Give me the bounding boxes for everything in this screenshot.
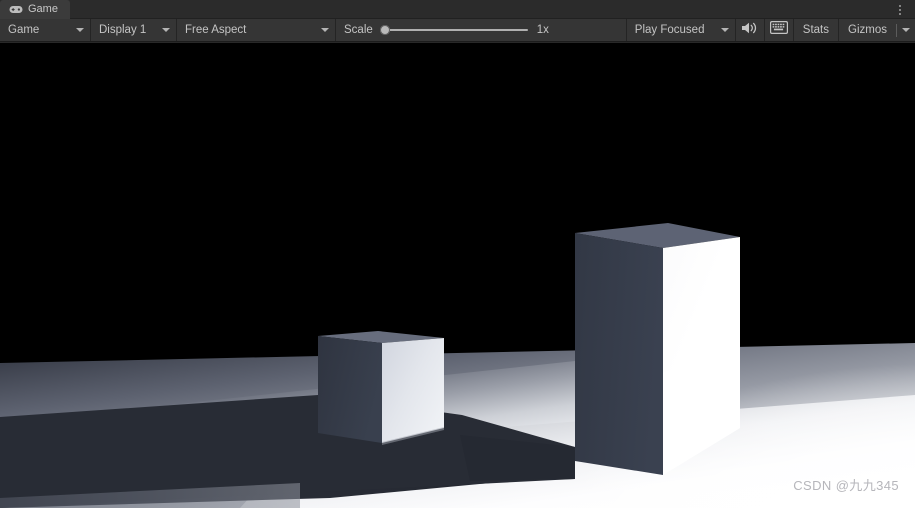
wall-shaded-face — [575, 233, 663, 475]
stats-button[interactable]: Stats — [794, 19, 838, 41]
kebab-menu-icon[interactable] — [891, 0, 909, 19]
chevron-down-icon — [162, 28, 170, 32]
kebab-dot — [899, 4, 901, 7]
grid-icon — [769, 21, 788, 39]
gamepad-icon — [9, 5, 23, 14]
chevron-down-icon — [902, 28, 910, 32]
tab-game-label: Game — [28, 3, 58, 15]
stats-label: Stats — [802, 24, 830, 36]
kebab-dot — [899, 8, 901, 11]
scale-slider-handle[interactable] — [379, 25, 390, 35]
wall-box — [575, 223, 740, 475]
rendered-scene — [0, 43, 915, 508]
scale-slider[interactable] — [379, 22, 528, 38]
kebab-dot — [899, 12, 901, 15]
scale-control: Scale 1x — [336, 19, 557, 41]
cube-lit-face — [382, 338, 444, 443]
play-mode-dropdown[interactable]: Play Focused — [627, 19, 735, 41]
window-tab-bar: Game — [0, 0, 915, 19]
gizmos-button[interactable]: Gizmos — [839, 19, 896, 41]
aspect-ratio-label: Free Aspect — [185, 24, 247, 36]
unity-game-window: Game Game Display 1 Free Aspect Scale 1x… — [0, 0, 915, 508]
display-label: Display 1 — [99, 24, 147, 36]
aspect-grid-button[interactable] — [765, 19, 793, 41]
cube-shaded-face — [318, 336, 382, 443]
scale-label: Scale — [344, 24, 373, 36]
chevron-down-icon — [321, 28, 329, 32]
view-mode-dropdown[interactable]: Game — [0, 19, 90, 41]
game-view-toolbar: Game Display 1 Free Aspect Scale 1x Play… — [0, 19, 915, 42]
view-mode-label: Game — [8, 24, 40, 36]
gizmos-dropdown[interactable] — [897, 19, 915, 41]
gizmos-label: Gizmos — [848, 24, 887, 36]
game-viewport[interactable]: CSDN @九九345 — [0, 43, 915, 508]
cube — [318, 331, 444, 445]
gizmos-control: Gizmos — [839, 19, 915, 41]
scale-value: 1x — [536, 24, 549, 36]
display-dropdown[interactable]: Display 1 — [91, 19, 176, 41]
play-mode-label: Play Focused — [634, 24, 705, 36]
speaker-icon — [741, 21, 758, 40]
aspect-ratio-dropdown[interactable]: Free Aspect — [177, 19, 335, 41]
tab-game[interactable]: Game — [0, 0, 70, 19]
chevron-down-icon — [720, 28, 729, 32]
chevron-down-icon — [76, 28, 84, 32]
scale-slider-track — [383, 29, 528, 31]
mute-audio-button[interactable] — [736, 19, 764, 41]
